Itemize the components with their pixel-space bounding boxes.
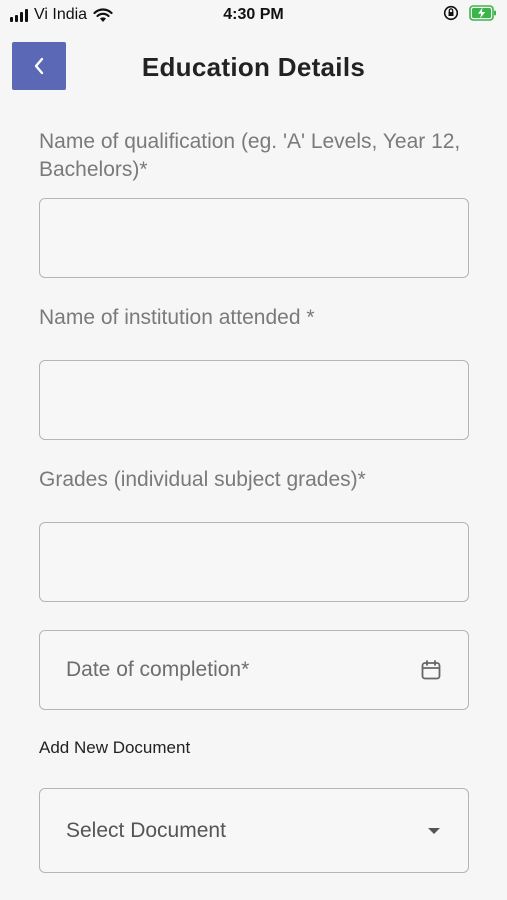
page-title: Education Details — [141, 52, 366, 82]
calendar-icon[interactable] — [420, 659, 442, 681]
status-time: 4:30 PM — [223, 6, 284, 23]
dropdown-arrow-icon — [428, 827, 440, 834]
orientation-lock-icon — [443, 5, 459, 21]
document-select[interactable]: Select Document — [39, 788, 469, 873]
completion-date-placeholder: Date of completion* — [66, 658, 250, 681]
qualification-field-box — [39, 198, 469, 278]
qualification-label: Name of qualification (eg. 'A' Levels, Y… — [39, 130, 461, 181]
header: Education Details — [0, 40, 507, 92]
status-bar: Vi India 4:30 PM — [0, 0, 507, 30]
institution-input[interactable] — [40, 361, 468, 439]
institution-label: Name of institution attended * — [39, 306, 315, 329]
battery-charging-icon — [469, 5, 496, 21]
institution-field-box — [39, 360, 469, 440]
grades-input[interactable] — [40, 523, 468, 601]
status-right — [443, 5, 497, 21]
document-select-value: Select Document — [66, 818, 226, 842]
qualification-input[interactable] — [40, 199, 468, 277]
completion-date-picker[interactable]: Date of completion* — [39, 630, 469, 710]
grades-field-box — [39, 522, 469, 602]
grades-label: Grades (individual subject grades)* — [39, 468, 366, 491]
add-document-label: Add New Document — [39, 738, 191, 757]
